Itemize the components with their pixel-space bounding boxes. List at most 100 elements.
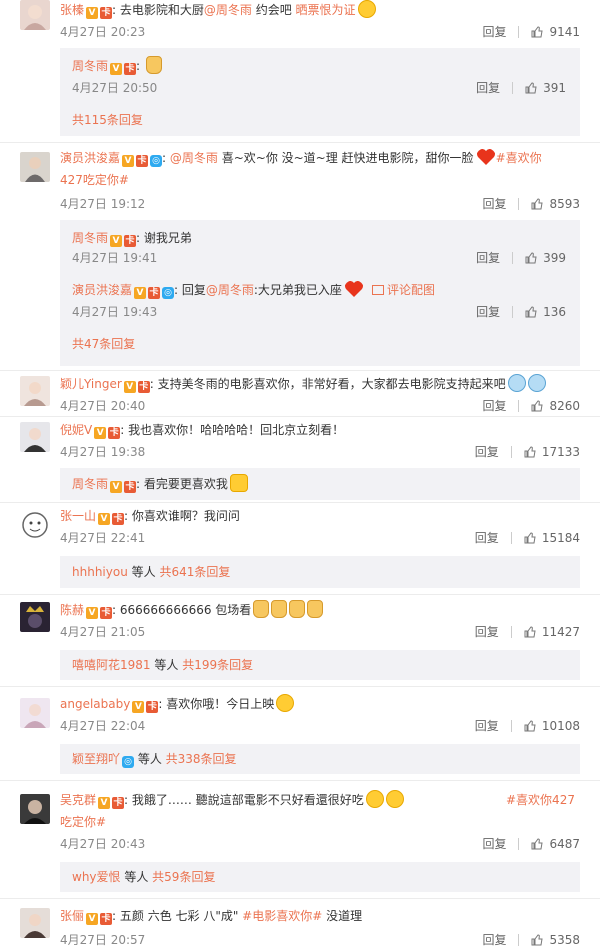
thumb-up-icon[interactable] bbox=[531, 838, 544, 850]
reply-box: 周冬雨 V 卡: 4月27日 20:50 回复 391 共115条回复 bbox=[60, 48, 580, 136]
reply-button[interactable]: 回复 bbox=[482, 399, 506, 413]
reply-button[interactable]: 回复 bbox=[476, 305, 500, 319]
thumb-up-icon[interactable] bbox=[525, 82, 537, 94]
avatar[interactable] bbox=[20, 376, 50, 406]
like-count[interactable]: 15184 bbox=[542, 531, 580, 545]
username[interactable]: 张榛 bbox=[60, 3, 84, 17]
avatar[interactable] bbox=[20, 602, 50, 632]
username[interactable]: 倪妮V bbox=[60, 423, 92, 437]
divider bbox=[0, 594, 600, 595]
divider bbox=[512, 306, 514, 318]
verified-badge-icon: V bbox=[110, 63, 123, 75]
reply-button[interactable]: 回复 bbox=[476, 81, 500, 95]
reply-button[interactable]: 回复 bbox=[475, 625, 499, 639]
like-count[interactable]: 8260 bbox=[549, 399, 580, 413]
thumb-up-icon[interactable] bbox=[525, 306, 537, 318]
username[interactable]: angelababy bbox=[60, 697, 130, 711]
reply-button[interactable]: 回复 bbox=[476, 251, 500, 265]
comment-text: : 支持美冬雨的电影喜欢你，非常好看，大家都去电影院支持起来吧 bbox=[149, 377, 506, 391]
more-replies-link[interactable]: 共115条回复 bbox=[72, 110, 143, 130]
reply-text: : bbox=[136, 59, 144, 73]
reply-button[interactable]: 回复 bbox=[475, 445, 499, 459]
thumb-up-icon[interactable] bbox=[531, 198, 544, 210]
more-replies-link[interactable]: hhhhiyou 等人 共641条回复 bbox=[72, 562, 230, 582]
member-badge-icon: 卡 bbox=[112, 797, 125, 809]
comment-item: 张一山 V 卡: 你喜欢谁啊？我问问 4月27日 22:41 回复 15184 hhh… bbox=[0, 506, 600, 592]
verified-badge-icon: V bbox=[86, 607, 99, 619]
like-count[interactable]: 136 bbox=[543, 305, 566, 319]
divider bbox=[0, 898, 600, 899]
thumb-up-icon[interactable] bbox=[531, 934, 544, 946]
more-replies-link[interactable]: 共47条回复 bbox=[72, 334, 135, 354]
avatar[interactable] bbox=[20, 152, 50, 182]
mention-link[interactable]: @周冬雨 bbox=[170, 151, 218, 165]
timestamp: 4月27日 19:38 bbox=[60, 445, 146, 459]
reply-button[interactable]: 回复 bbox=[482, 837, 506, 851]
reply-button[interactable]: 回复 bbox=[475, 719, 499, 733]
like-count[interactable]: 9141 bbox=[549, 25, 580, 39]
thumb-up-icon[interactable] bbox=[524, 720, 536, 732]
dog-emoji-icon bbox=[229, 474, 248, 492]
like-count[interactable]: 399 bbox=[543, 251, 566, 265]
mention-link[interactable]: @周冬雨 bbox=[204, 3, 252, 17]
reply-button[interactable]: 回复 bbox=[475, 531, 499, 545]
thumb-up-icon[interactable] bbox=[531, 26, 544, 38]
avatar[interactable] bbox=[20, 908, 50, 938]
verified-badge-icon: V bbox=[134, 287, 147, 299]
image-icon bbox=[371, 285, 384, 295]
like-count[interactable]: 391 bbox=[543, 81, 566, 95]
divider bbox=[518, 26, 520, 38]
reply-button[interactable]: 回复 bbox=[482, 933, 506, 947]
comment-text[interactable]: 晒票恨为证 bbox=[296, 3, 356, 17]
thumb-up-icon[interactable] bbox=[524, 532, 536, 544]
hashtag-link[interactable]: #喜欢你 bbox=[496, 151, 542, 165]
thumb-up-icon[interactable] bbox=[531, 400, 544, 412]
like-count[interactable]: 17133 bbox=[542, 445, 580, 459]
camera-badge-icon: ◎ bbox=[150, 155, 163, 167]
avatar[interactable] bbox=[20, 794, 50, 824]
reply-button[interactable]: 回复 bbox=[482, 25, 506, 39]
reply-username[interactable]: 周冬雨 bbox=[72, 231, 108, 245]
reply-text: : 谢我兄弟 bbox=[136, 231, 192, 245]
comment-actions: 回复 9141 bbox=[482, 22, 580, 42]
reply-username[interactable]: 周冬雨 bbox=[72, 59, 108, 73]
hashtag-link[interactable]: #喜欢你427 bbox=[506, 793, 575, 807]
hashtag-link[interactable]: #电影喜欢你# bbox=[242, 909, 322, 923]
username[interactable]: 吴克群 bbox=[60, 793, 96, 807]
verified-badge-icon: V bbox=[110, 481, 123, 493]
thumb-up-icon[interactable] bbox=[524, 446, 536, 458]
like-count[interactable]: 8593 bbox=[549, 197, 580, 211]
username[interactable]: 张俪 bbox=[60, 909, 84, 923]
member-badge-icon: 卡 bbox=[108, 427, 121, 439]
more-replies-link[interactable]: why爱恨 等人 共59条回复 bbox=[72, 867, 215, 887]
avatar[interactable] bbox=[20, 698, 50, 728]
reply-button[interactable]: 回复 bbox=[482, 197, 506, 211]
thumb-up-icon[interactable] bbox=[524, 626, 536, 638]
divider bbox=[0, 780, 600, 781]
reply-username[interactable]: 演员洪浚嘉 bbox=[72, 283, 132, 297]
divider bbox=[510, 446, 512, 458]
avatar[interactable] bbox=[20, 0, 50, 30]
hashtag-link[interactable]: 427吃定你# bbox=[60, 173, 129, 187]
username[interactable]: 陈赫 bbox=[60, 603, 84, 617]
like-count[interactable]: 6487 bbox=[549, 837, 580, 851]
mention-link[interactable]: @周冬雨 bbox=[206, 283, 254, 297]
like-count[interactable]: 10108 bbox=[542, 719, 580, 733]
member-badge-icon: 卡 bbox=[124, 63, 137, 75]
reply-username[interactable]: 周冬雨 bbox=[72, 477, 108, 491]
more-replies-link[interactable]: 颖至翔吖 ◎ 等人 共338条回复 bbox=[72, 749, 237, 769]
avatar[interactable] bbox=[20, 510, 50, 540]
like-count[interactable]: 5358 bbox=[549, 933, 580, 947]
comment-image-link[interactable]: 评论配图 bbox=[387, 283, 435, 297]
hashtag-link[interactable]: 吃定你# bbox=[60, 815, 106, 829]
thumb-up-icon[interactable] bbox=[525, 252, 537, 264]
more-replies-link[interactable]: 嘻嘻阿花1981 等人 共199条回复 bbox=[72, 655, 253, 675]
reply-box: 周冬雨 V 卡: 谢我兄弟 4月27日 19:41 回复 399 演员洪浚嘉 V 卡 ◎: … bbox=[60, 220, 580, 366]
timestamp: 4月27日 20:40 bbox=[60, 399, 146, 413]
like-count[interactable]: 11427 bbox=[542, 625, 580, 639]
username[interactable]: 颖儿Yinger bbox=[60, 377, 122, 391]
username[interactable]: 张一山 bbox=[60, 509, 96, 523]
comment-item: 张俪 V 卡: 五颜 六色 七彩 八"成" #电影喜欢你# 没道理 4月27日 20… bbox=[0, 906, 600, 952]
avatar[interactable] bbox=[20, 422, 50, 452]
username[interactable]: 演员洪浚嘉 bbox=[60, 151, 120, 165]
